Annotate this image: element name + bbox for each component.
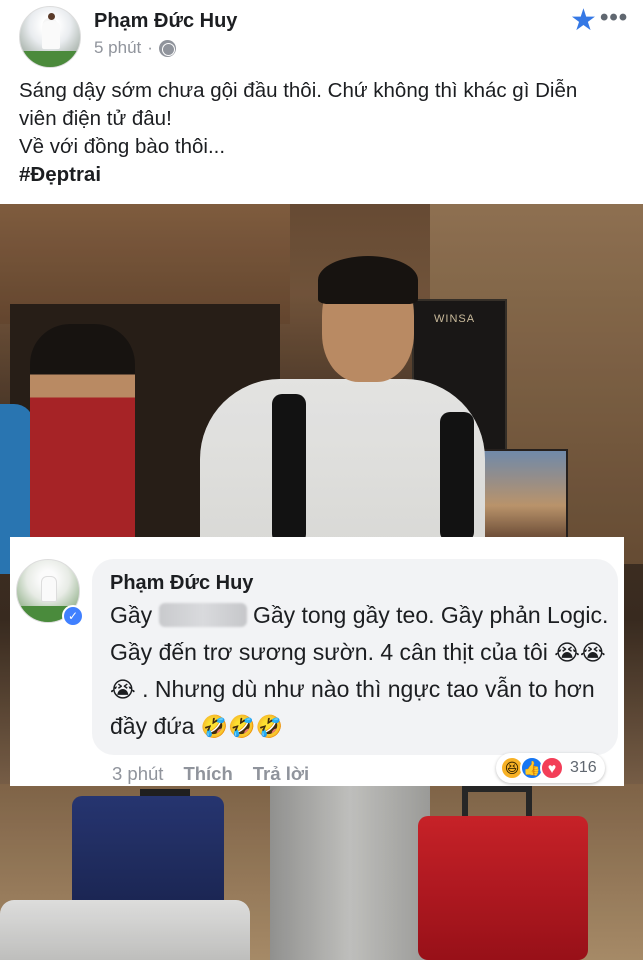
comment-text: Gầy Gầy tong gầy teo. Gầy phản Logic. Gầ… [110, 597, 610, 745]
author-avatar[interactable] [19, 6, 81, 68]
laughing-emoji: 🤣🤣🤣 [200, 714, 284, 739]
comment-overlay: ✓ Phạm Đức Huy Gầy Gầy tong gầy teo. Gầy… [10, 537, 624, 786]
like-button[interactable]: Thích [183, 763, 232, 785]
post-time[interactable]: 5 phút [94, 38, 141, 58]
post-header: Phạm Đức Huy 5 phút · ★ ••• [0, 0, 643, 70]
more-icon[interactable]: ••• [600, 6, 628, 30]
meta-separator: · [147, 38, 153, 57]
blurred-word [158, 603, 247, 627]
post-meta: 5 phút · [94, 38, 176, 58]
comment-bubble: Phạm Đức Huy Gầy Gầy tong gầy teo. Gầy p… [92, 559, 618, 755]
reaction-summary[interactable]: 😆 👍 ♥ 316 [496, 753, 605, 783]
avatar-figure [41, 576, 57, 602]
author-name[interactable]: Phạm Đức Huy [94, 10, 237, 33]
comment-text-part: Gầy [110, 602, 153, 628]
love-reaction-icon: ♥ [540, 756, 564, 780]
star-icon[interactable]: ★ [570, 6, 597, 36]
verified-badge-icon: ✓ [62, 605, 84, 627]
post-text-line: Về với đồng bào thôi... [19, 135, 226, 158]
globe-icon[interactable] [158, 39, 176, 57]
avatar-figure [42, 13, 60, 49]
comment-text-part: . Nhưng dù như nào thì ngực tao vẫn to h… [110, 676, 595, 739]
post-text-line: Sáng dậy sớm chưa gội đầu thôi. Chứ khôn… [19, 79, 578, 102]
reaction-count: 316 [570, 759, 597, 776]
post-text: Sáng dậy sớm chưa gội đầu thôi. Chứ khôn… [19, 77, 629, 189]
hashtag-link[interactable]: #Đẹptrai [19, 161, 629, 189]
comment-author[interactable]: Phạm Đức Huy [110, 572, 253, 595]
comment-actions: 3 phút Thích Trả lời [112, 763, 309, 785]
comment-time[interactable]: 3 phút [112, 763, 163, 785]
reply-button[interactable]: Trả lời [253, 763, 309, 785]
post-text-line: viên điện tử đâu! [19, 107, 172, 130]
avatar-background [20, 51, 80, 67]
